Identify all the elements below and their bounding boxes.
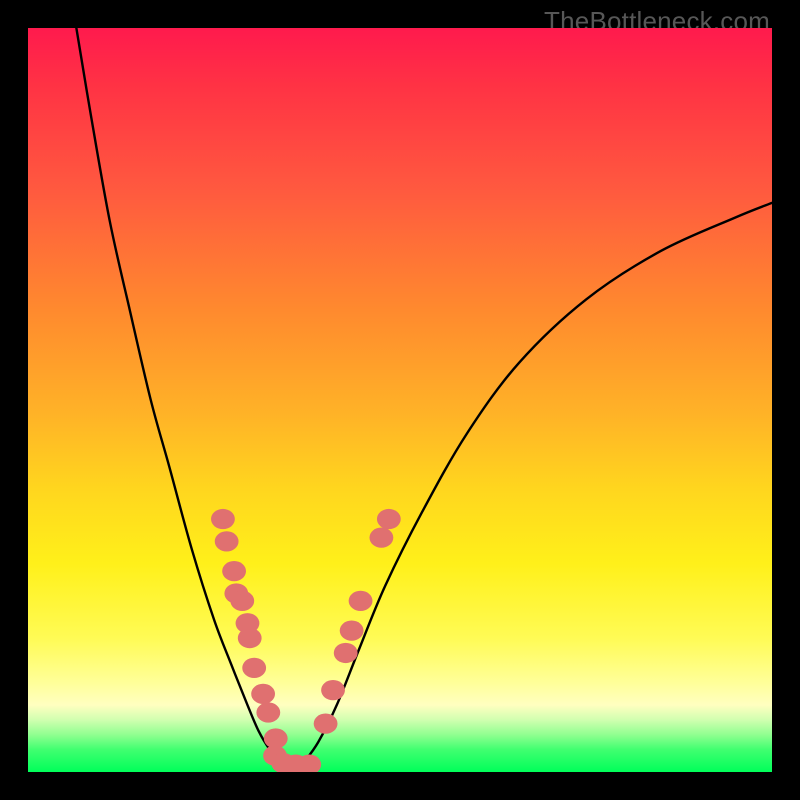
scatter-dot [377, 509, 401, 529]
scatter-dot [369, 528, 393, 548]
plot-area [28, 28, 772, 772]
scatter-dot [251, 684, 275, 704]
scatter-dots [211, 509, 401, 772]
scatter-dot [314, 714, 338, 734]
scatter-dot [215, 531, 239, 551]
scatter-dot [340, 621, 364, 641]
chart-frame: TheBottleneck.com [0, 0, 800, 800]
scatter-dot [321, 680, 345, 700]
left-curve [76, 28, 281, 763]
scatter-dot [211, 509, 235, 529]
scatter-dot [230, 591, 254, 611]
scatter-dot [349, 591, 373, 611]
scatter-dot [334, 643, 358, 663]
right-curve [303, 203, 772, 763]
scatter-dot [256, 702, 280, 722]
scatter-dot [242, 658, 266, 678]
scatter-dot [222, 561, 246, 581]
plot-svg [28, 28, 772, 772]
scatter-dot [238, 628, 262, 648]
